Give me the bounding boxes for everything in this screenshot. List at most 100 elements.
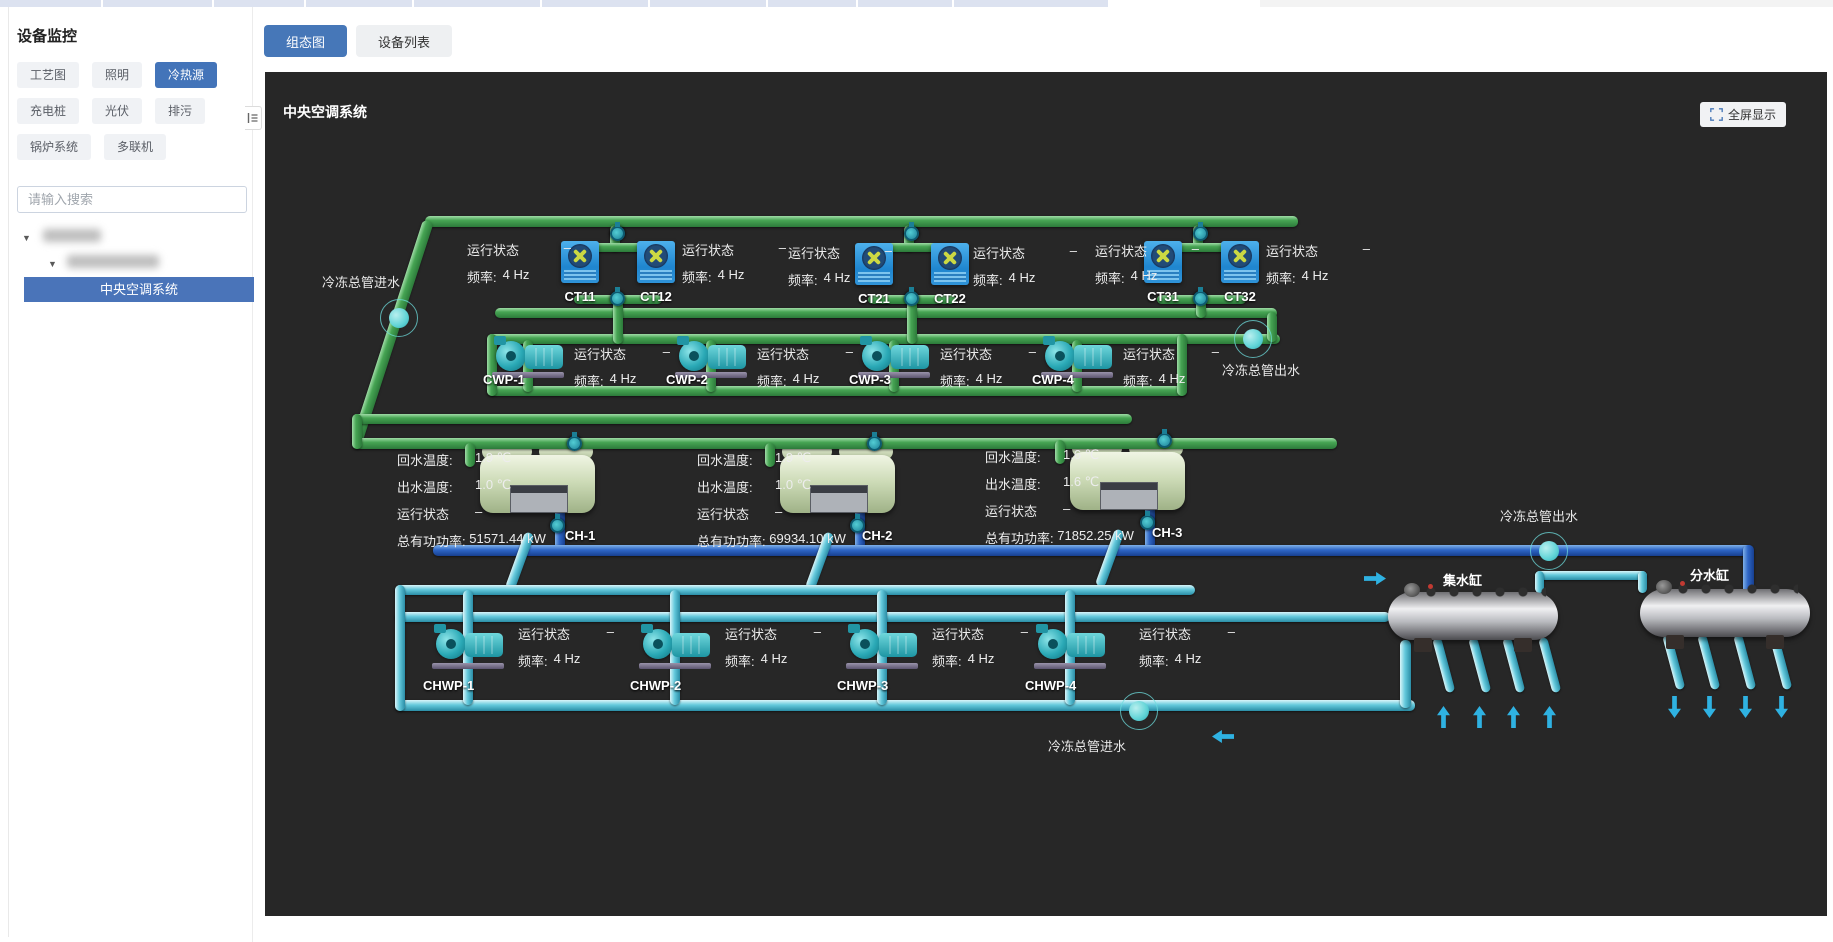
browser-tab[interactable] <box>768 0 858 7</box>
pump-chwp-4[interactable] <box>1030 624 1110 669</box>
supply-temp-value: 1.0 ℃ <box>775 477 811 496</box>
category-button-lighting[interactable]: 照明 <box>92 62 142 88</box>
pump-chwp-3[interactable] <box>842 624 922 669</box>
valve-icon <box>610 291 625 306</box>
total-power-label: 总有功功率: <box>397 531 466 550</box>
device-id: CWP-1 <box>483 372 525 387</box>
device-id: CHWP-4 <box>1025 678 1076 693</box>
frequency-value: 4 Hz <box>1175 651 1202 670</box>
browser-tab[interactable] <box>650 0 768 7</box>
browser-tab[interactable] <box>306 0 414 7</box>
flow-sensor-icon[interactable] <box>1234 320 1272 358</box>
category-button-hvac-source[interactable]: 冷热源 <box>155 62 217 88</box>
category-button-boiler[interactable]: 锅炉系统 <box>17 134 91 160</box>
collector-tank[interactable] <box>1388 592 1558 640</box>
run-status-label: 运行状态 <box>932 624 984 643</box>
pipe-label-supply-outlet: 冷冻总管出水 <box>1500 506 1578 525</box>
category-button-pv[interactable]: 光伏 <box>92 98 142 124</box>
category-button-charging[interactable]: 充电桩 <box>17 98 79 124</box>
pipe <box>395 585 405 711</box>
tab-device-list[interactable]: 设备列表 <box>356 25 452 57</box>
run-status-label: 运行状态 <box>973 243 1025 262</box>
valve-icon <box>610 226 625 241</box>
device-tree: ▼ ▼ 中央空调系统 <box>17 229 246 349</box>
tab-diagram[interactable]: 组态图 <box>264 25 347 57</box>
distributor-tank-label: 分水缸 <box>1690 565 1729 584</box>
pump-chwp-2[interactable] <box>635 624 715 669</box>
run-status-value: – <box>1363 241 1370 260</box>
run-status-value: – <box>1192 241 1199 260</box>
pipe <box>395 585 1195 595</box>
frequency-label: 频率: <box>518 651 548 670</box>
flow-sensor-icon[interactable] <box>1530 532 1568 570</box>
browser-tab[interactable] <box>103 0 214 7</box>
category-button-vrf[interactable]: 多联机 <box>104 134 166 160</box>
flow-sensor-icon[interactable] <box>1120 692 1158 730</box>
run-status-value: – <box>663 344 670 363</box>
fan-icon <box>938 246 962 270</box>
chwp-1-stats: 运行状态– 频率:4 Hz <box>518 624 614 670</box>
fan-icon <box>1228 244 1252 268</box>
browser-tab[interactable] <box>0 0 103 7</box>
run-status-label: 运行状态 <box>518 624 570 643</box>
pipe-label-bottom-inlet: 冷冻总管进水 <box>1048 736 1126 755</box>
category-button-sewage[interactable]: 排污 <box>155 98 205 124</box>
chwp-2-stats: 运行状态– 频率:4 Hz <box>725 624 821 670</box>
ch-2-stats: 回水温度:1.9 ℃ 出水温度:1.0 ℃ 运行状态– 总有功功率: 69934… <box>697 450 857 558</box>
tree-item-central-ac-selected[interactable]: 中央空调系统 <box>24 277 254 302</box>
frequency-value: 4 Hz <box>968 651 995 670</box>
tank-ports <box>1678 584 1798 594</box>
frequency-value: 4 Hz <box>554 651 581 670</box>
tree-item-redacted[interactable] <box>43 229 101 242</box>
return-temp-label: 回水温度: <box>697 450 775 469</box>
pipe <box>352 414 1132 424</box>
device-id: CT31 <box>1133 289 1193 304</box>
fan-icon <box>644 244 668 268</box>
run-status-label: 运行状态 <box>574 344 626 363</box>
frequency-label: 频率: <box>1095 268 1125 287</box>
run-status-value: – <box>564 240 571 259</box>
flow-arrow-up-icon <box>1543 706 1556 728</box>
device-id: CT11 <box>550 289 610 304</box>
cooling-tower-ct12[interactable] <box>637 241 675 283</box>
chevron-down-icon[interactable]: ▼ <box>48 259 57 269</box>
flow-arrow-down-icon <box>1668 696 1681 718</box>
ch-1-stats: 回水温度:1.9 ℃ 出水温度:1.0 ℃ 运行状态– 总有功功率: 51571… <box>397 450 557 558</box>
tree-item-redacted[interactable] <box>67 255 159 268</box>
pump-motor <box>1067 633 1105 657</box>
device-id: CT22 <box>920 291 980 306</box>
pipe <box>1638 571 1647 593</box>
cooling-tower-ct32[interactable] <box>1221 241 1259 283</box>
browser-tab[interactable] <box>954 0 1110 7</box>
device-id: CH-2 <box>862 528 892 543</box>
chevron-down-icon[interactable]: ▼ <box>22 233 31 243</box>
device-id: CWP-4 <box>1032 372 1074 387</box>
pump-motor <box>708 345 746 369</box>
flow-sensor-icon[interactable] <box>380 299 418 337</box>
pump-chwp-1[interactable] <box>428 624 508 669</box>
browser-tab[interactable] <box>858 0 954 7</box>
flow-arrow-down-icon <box>1739 696 1752 718</box>
pipe-label-right-outlet: 冷冻总管出水 <box>1222 360 1300 379</box>
fullscreen-label: 全屏显示 <box>1728 106 1776 123</box>
fullscreen-button[interactable]: 全屏显示 <box>1700 102 1786 127</box>
frequency-label: 频率: <box>973 270 1003 289</box>
frequency-label: 频率: <box>682 267 712 286</box>
browser-tab[interactable] <box>542 0 650 7</box>
category-button-group: 工艺图 照明 冷热源 充电桩 光伏 排污 锅炉系统 多联机 <box>17 62 246 170</box>
ct22-stats: 运行状态– 频率:4 Hz <box>973 243 1077 289</box>
distributor-tank[interactable] <box>1640 589 1810 637</box>
sidebar-collapse-button[interactable] <box>245 106 262 130</box>
device-id: CT12 <box>626 289 686 304</box>
search-input[interactable] <box>17 186 247 213</box>
frequency-label: 频率: <box>757 371 787 390</box>
cooling-tower-ct22[interactable] <box>931 243 969 285</box>
run-status-value: – <box>814 624 821 643</box>
supply-temp-value: 1.0 ℃ <box>475 477 511 496</box>
run-status-value: – <box>775 504 782 523</box>
browser-tab-active[interactable] <box>1110 0 1260 7</box>
browser-tab[interactable] <box>214 0 306 7</box>
category-button-process[interactable]: 工艺图 <box>17 62 79 88</box>
view-tab-bar: 组态图 设备列表 <box>264 25 452 57</box>
browser-tab[interactable] <box>414 0 542 7</box>
